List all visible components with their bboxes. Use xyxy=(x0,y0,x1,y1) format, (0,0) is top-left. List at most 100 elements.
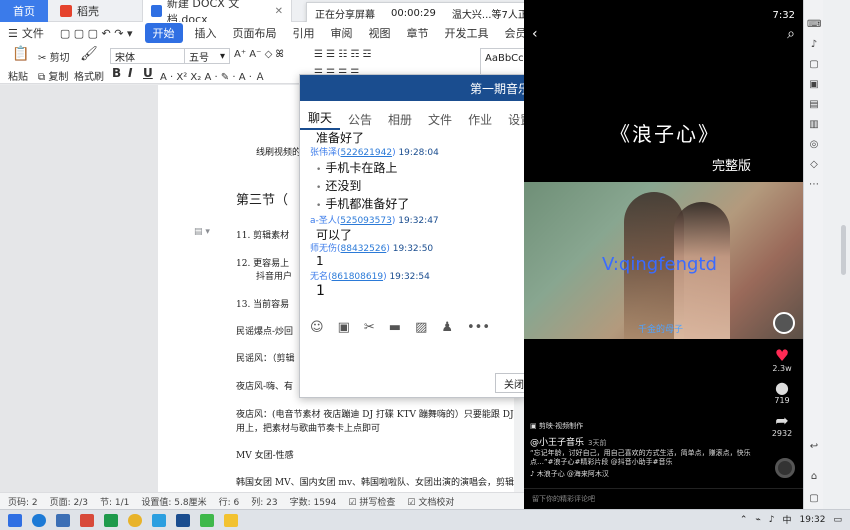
capcut-tag[interactable]: ▣ 剪映·视频制作 xyxy=(530,421,583,431)
apk-icon[interactable]: ▤ xyxy=(807,98,821,112)
tab-home[interactable]: 首页 xyxy=(0,0,48,22)
sender-qq-link[interactable]: 861808619 xyxy=(332,272,384,282)
menu-reference[interactable]: 引用 xyxy=(285,25,323,41)
tray-up-icon[interactable]: ⌃ xyxy=(740,515,748,525)
like-button[interactable]: ♥ 2.3w xyxy=(769,348,795,374)
folder-icon[interactable]: ▬ xyxy=(389,320,401,335)
video-description[interactable]: 点…”#浪子心#精彩片段 @抖音小助手#音乐 xyxy=(530,457,672,467)
status-word-count[interactable]: 字数: 1594 xyxy=(290,495,337,508)
menu-start[interactable]: 开始 xyxy=(144,23,183,43)
search-icon[interactable]: ⌕ xyxy=(787,26,795,42)
tab-docer[interactable]: 稻壳 xyxy=(52,0,138,22)
font-size-select[interactable]: 五号 ▾ xyxy=(184,48,230,64)
cut-button[interactable]: ✂ 剪切 xyxy=(38,49,70,64)
quick-access-icons[interactable]: ▢ ▢ ▢ ↶ ↷ ▾ xyxy=(52,27,141,40)
status-pages[interactable]: 页面: 2/3 xyxy=(50,495,88,508)
app-icon[interactable] xyxy=(104,514,118,527)
screenshot-icon[interactable]: ▢ xyxy=(807,58,821,72)
tray-ime[interactable]: 中 xyxy=(783,513,792,526)
underline-button[interactable]: U xyxy=(143,66,153,80)
chat-tab-notice[interactable]: 公告 xyxy=(340,111,380,128)
chrome-icon[interactable] xyxy=(128,514,142,527)
close-tab-icon[interactable]: ✕ xyxy=(275,6,283,17)
avatar[interactable] xyxy=(773,312,795,334)
app-icon[interactable] xyxy=(176,514,190,527)
record-icon[interactable]: ▣ xyxy=(807,78,821,92)
chat-tab-settings[interactable]: 设置 xyxy=(500,111,524,128)
close-button[interactable]: 关闭 xyxy=(495,373,524,393)
chat-tab-chat[interactable]: 聊天 xyxy=(300,109,341,130)
notification-icon[interactable]: ▭ xyxy=(833,515,842,525)
chat-tab-homework[interactable]: 作业 xyxy=(460,111,500,128)
back-arrow-icon[interactable]: ‹ xyxy=(532,26,538,42)
recents-icon[interactable]: ▢ xyxy=(807,492,821,506)
tray-time[interactable]: 19:32 xyxy=(800,515,826,525)
more-icon[interactable]: ••• xyxy=(467,320,490,335)
menu-dev-tools[interactable]: 开发工具 xyxy=(437,25,497,41)
share-elapsed: 00:00:29 xyxy=(391,7,436,19)
paste-button[interactable]: 粘贴 xyxy=(8,68,28,83)
paste-icon[interactable]: 📋 xyxy=(12,46,29,62)
spell-check-button[interactable]: ☑ 拼写检查 xyxy=(348,495,395,508)
menu-page-layout[interactable]: 页面布局 xyxy=(225,25,285,41)
video-player[interactable]: V:qingfengtd 千金的母子 xyxy=(524,182,803,339)
menu-review[interactable]: 审阅 xyxy=(323,25,361,41)
menu-view[interactable]: 视图 xyxy=(361,25,399,41)
format-painter-button[interactable]: 格式刷 xyxy=(74,68,104,83)
volume-icon[interactable]: ♪ xyxy=(807,38,821,52)
comment-input[interactable]: 留下你的精彩评论吧 xyxy=(524,488,803,509)
chat-title-bar[interactable]: 第一期音乐 xyxy=(300,75,524,101)
menu-insert[interactable]: 插入 xyxy=(187,25,225,41)
sender-qq-link[interactable]: 522621942 xyxy=(341,148,393,158)
copy-button[interactable]: ⧉ 复制 xyxy=(38,68,68,83)
more-icon[interactable]: ⋯ xyxy=(807,178,821,192)
text-effect-icons[interactable]: A · X² X₂ A · ✎ · A · Ａ xyxy=(160,68,265,83)
hamburger-icon: ☰ xyxy=(8,26,18,40)
keyboard-icon[interactable]: ⌨ xyxy=(807,18,821,32)
author-line[interactable]: @小王子音乐 3天前 xyxy=(530,435,606,448)
location-icon[interactable]: ◎ xyxy=(807,138,821,152)
doc-proof-button[interactable]: ☑ 文档校对 xyxy=(407,495,454,508)
menu-chapter[interactable]: 章节 xyxy=(399,25,437,41)
volume-icon[interactable]: ♪ xyxy=(769,515,775,525)
chat-tab-files[interactable]: 文件 xyxy=(420,111,460,128)
files-icon[interactable]: ▥ xyxy=(807,118,821,132)
video-watermark: V:qingfengtd xyxy=(602,254,717,275)
music-disc-icon[interactable] xyxy=(775,458,795,478)
menu-file[interactable]: ☰ 文件 xyxy=(0,25,52,41)
scissors-icon[interactable]: ✂ xyxy=(364,320,375,335)
gif-icon[interactable]: ▣ xyxy=(338,320,350,335)
file-explorer-icon[interactable] xyxy=(56,514,70,527)
app-icon[interactable] xyxy=(200,514,214,527)
scrollbar-thumb[interactable] xyxy=(841,225,846,275)
font-grow-shrink-icons[interactable]: A⁺ A⁻ ◇ ꕤ xyxy=(234,49,284,60)
comment-button[interactable]: ● 719 xyxy=(769,380,795,406)
tab-document[interactable]: 新建 DOCX 文档.docx ✕ xyxy=(142,0,292,26)
share-status: 正在分享屏幕 xyxy=(315,9,375,21)
list-icons[interactable]: ☰ ☰ ☷ ☶ ☲ xyxy=(314,49,372,60)
qq-icon[interactable] xyxy=(152,514,166,527)
italic-button[interactable]: I xyxy=(128,66,132,80)
app-icon[interactable] xyxy=(80,514,94,527)
start-icon[interactable] xyxy=(8,514,22,527)
emoji-icon[interactable]: ☺ xyxy=(310,320,324,335)
music-info[interactable]: ♪ 木浪子心 @海来阿木汉 xyxy=(530,469,609,479)
bold-button[interactable]: B xyxy=(112,66,121,80)
chat-tab-album[interactable]: 相册 xyxy=(380,111,420,128)
back-icon[interactable]: ↩ xyxy=(807,440,821,454)
image-icon[interactable]: ▨ xyxy=(415,320,427,335)
format-painter-icon[interactable]: 🖌 xyxy=(80,46,98,62)
paragraph-mark-icon[interactable]: ▤ ▾ xyxy=(194,227,210,237)
edge-icon[interactable] xyxy=(32,514,46,527)
chat-message-list[interactable]: 准备好了 张伟泽(522621942) 19:28:04 • 手机卡在路上 • 还没… xyxy=(300,131,524,311)
home-icon[interactable]: ⌂ xyxy=(807,470,821,484)
doc-line: 用上，把素材与歌曲节奏卡上点即可 xyxy=(236,424,381,434)
network-icon[interactable]: ⌁ xyxy=(755,515,760,525)
status-col: 列: 23 xyxy=(251,498,278,508)
shake-icon[interactable]: ◇ xyxy=(807,158,821,172)
share-button[interactable]: ➦ 2932 xyxy=(769,413,795,439)
bell-icon[interactable]: ♟ xyxy=(441,320,453,335)
sender-qq-link[interactable]: 525093573 xyxy=(340,216,392,226)
app-icon[interactable] xyxy=(224,514,238,527)
sender-qq-link[interactable]: 88432526 xyxy=(341,244,387,254)
